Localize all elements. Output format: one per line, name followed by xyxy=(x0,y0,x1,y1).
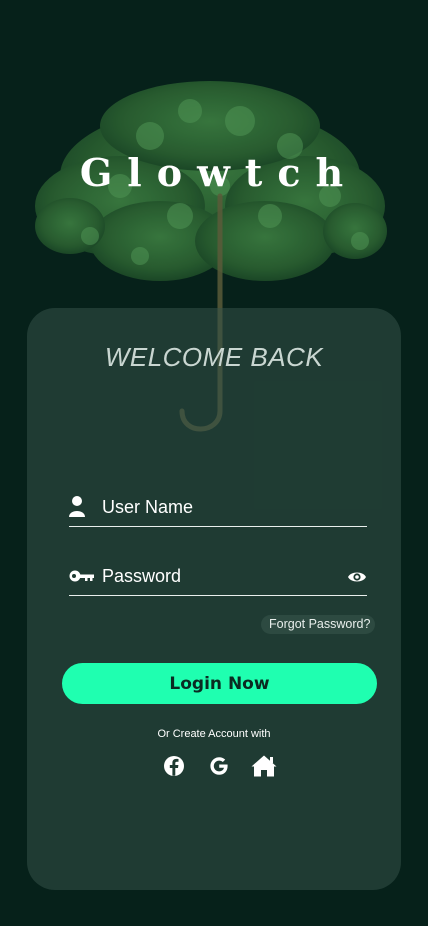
google-icon[interactable] xyxy=(207,754,231,778)
login-screen: Glowtch WELCOME BACK User Name Forgot Pa… xyxy=(0,0,428,926)
username-field xyxy=(69,492,367,527)
password-input[interactable] xyxy=(102,561,332,591)
social-login-row xyxy=(162,754,282,780)
create-account-label: Or Create Account with xyxy=(157,728,271,740)
facebook-icon[interactable] xyxy=(162,754,186,778)
login-card: WELCOME BACK Forg xyxy=(27,308,401,890)
forgot-password-link[interactable]: Forgot Password? xyxy=(261,615,376,634)
eye-icon[interactable] xyxy=(347,569,367,585)
welcome-heading: WELCOME BACK xyxy=(104,342,324,372)
username-input[interactable] xyxy=(102,492,332,522)
home-icon[interactable] xyxy=(250,754,278,778)
app-title: Glowtch xyxy=(79,150,359,195)
user-icon xyxy=(69,496,85,517)
password-field xyxy=(69,561,367,596)
key-icon xyxy=(69,570,94,582)
login-button[interactable]: Login Now xyxy=(62,663,377,704)
